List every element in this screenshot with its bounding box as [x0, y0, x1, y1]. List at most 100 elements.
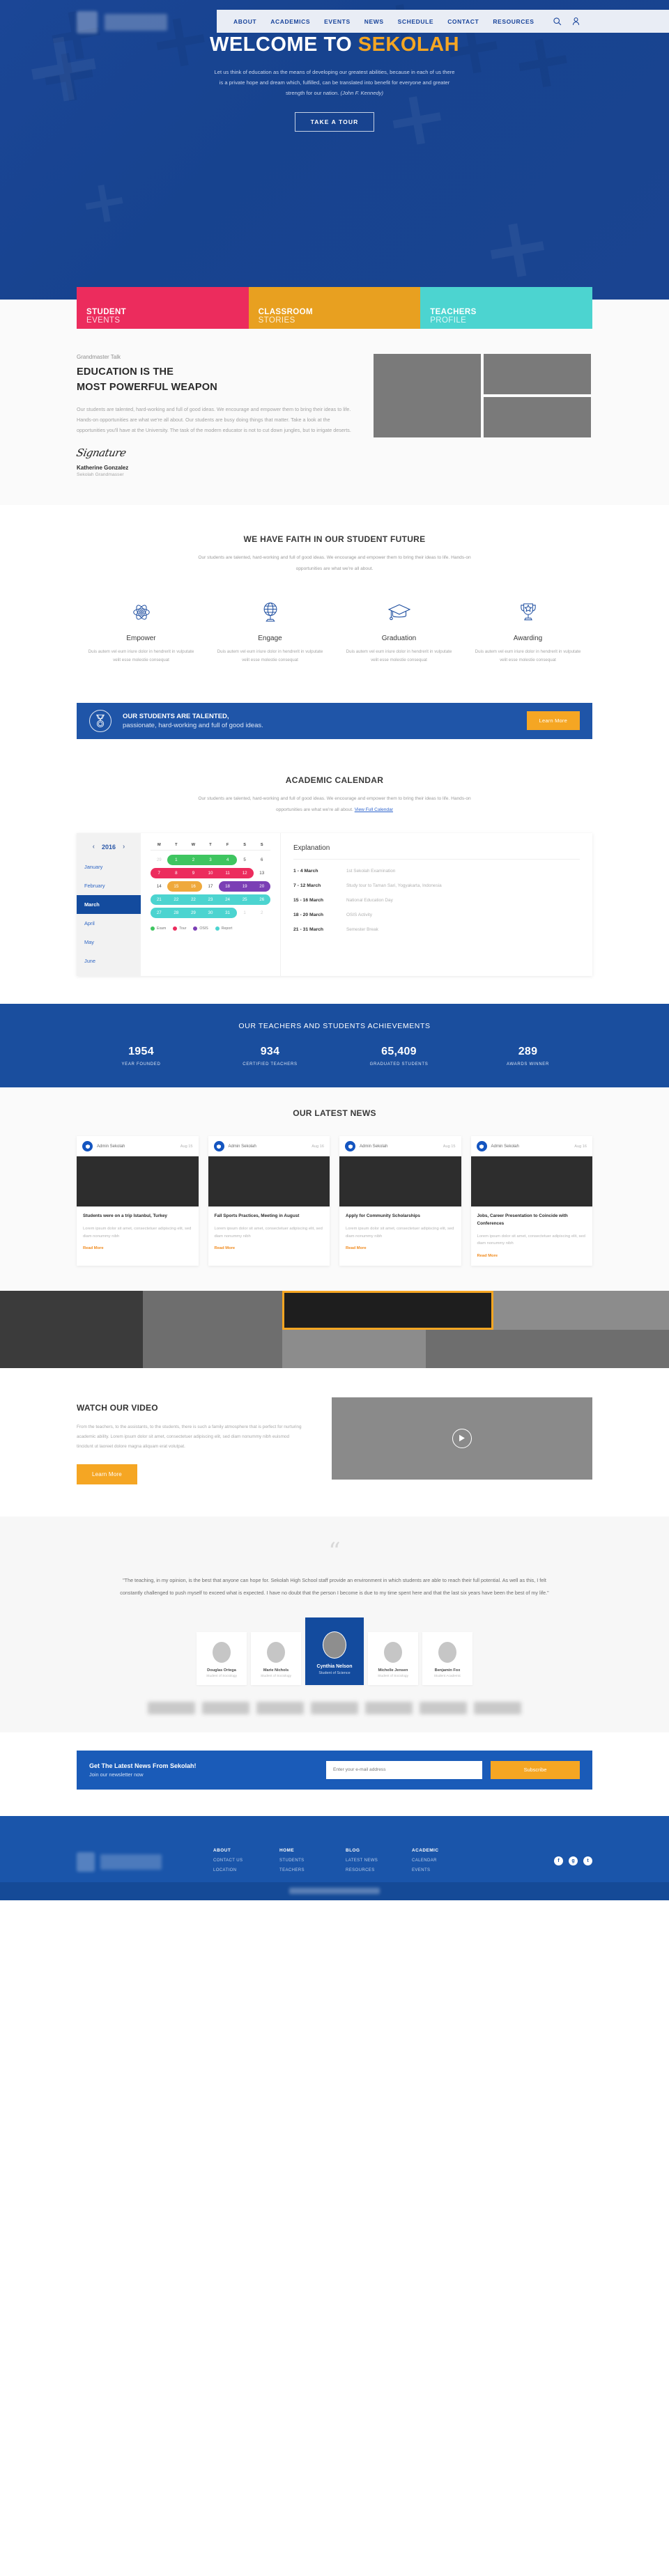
take-a-tour-button[interactable]: TAKE A TOUR: [294, 112, 375, 132]
day-cell[interactable]: 2: [185, 855, 202, 865]
nav-item-academics[interactable]: ACADEMICS: [270, 18, 310, 25]
gallery-tile[interactable]: [143, 1290, 282, 1330]
gallery-tile[interactable]: [143, 1329, 282, 1368]
feature-engage[interactable]: Engage Duis autem vel eum iriure dolor i…: [206, 598, 334, 665]
footer-heading[interactable]: HOME: [279, 1848, 346, 1853]
read-more-link[interactable]: Read More: [346, 1246, 455, 1250]
footer-link[interactable]: CALENDAR: [412, 1859, 478, 1863]
day-cell[interactable]: 29: [185, 908, 202, 918]
day-cell[interactable]: 20: [253, 881, 270, 892]
day-cell[interactable]: 23: [202, 894, 220, 905]
gallery-tile[interactable]: [426, 1329, 669, 1368]
footer-logo[interactable]: [77, 1830, 213, 1872]
play-icon[interactable]: [452, 1428, 472, 1448]
footer-link[interactable]: RESOURCES: [346, 1868, 412, 1872]
news-card[interactable]: Admin Sekolah Aug 16 Fall Sports Practic…: [208, 1136, 330, 1266]
read-more-link[interactable]: Read More: [83, 1246, 192, 1250]
day-cell[interactable]: 10: [202, 868, 220, 878]
day-cell[interactable]: 12: [236, 868, 254, 878]
nav-item-events[interactable]: EVENTS: [324, 18, 351, 25]
day-cell[interactable]: 7: [151, 868, 168, 878]
nav-item-resources[interactable]: RESOURCES: [493, 18, 534, 25]
day-cell[interactable]: 11: [219, 868, 236, 878]
day-cell[interactable]: 19: [236, 881, 254, 892]
footer-heading[interactable]: ACADEMIC: [412, 1848, 478, 1853]
subscribe-button[interactable]: Subscribe: [491, 1760, 580, 1779]
day-cell[interactable]: 22: [168, 894, 185, 905]
twitter-icon[interactable]: t: [583, 1856, 592, 1865]
person-benjamin-fox[interactable]: Benjamin Fox Student Academic: [422, 1631, 472, 1685]
talented-learn-more-button[interactable]: Learn More: [526, 711, 580, 731]
calendar-month-june[interactable]: June: [77, 952, 141, 970]
person-marie-nichols[interactable]: Marie Nichols Student of Sociology: [251, 1631, 301, 1685]
calendar-month-january[interactable]: January: [77, 858, 141, 876]
user-icon[interactable]: [571, 17, 580, 26]
card-classroom-stories[interactable]: CLASSROOM STORIES: [248, 287, 421, 329]
day-cell[interactable]: 15: [168, 881, 185, 892]
feature-empower[interactable]: Empower Duis autem vel eum iriure dolor …: [77, 598, 206, 665]
gallery-tile[interactable]: [282, 1329, 426, 1368]
day-cell[interactable]: 18: [219, 881, 236, 892]
day-cell[interactable]: 9: [185, 868, 202, 878]
chevron-right-icon[interactable]: ›: [123, 843, 125, 851]
footer-link[interactable]: TEACHERS: [279, 1868, 346, 1872]
day-cell[interactable]: 8: [168, 868, 185, 878]
calendar-month-february[interactable]: February: [77, 876, 141, 895]
day-cell[interactable]: 3: [202, 855, 220, 865]
day-cell[interactable]: 24: [219, 894, 236, 905]
day-cell[interactable]: 27: [151, 908, 168, 918]
calendar-month-march[interactable]: March: [77, 895, 141, 915]
footer-heading[interactable]: BLOG: [346, 1848, 412, 1853]
feature-awarding[interactable]: Awarding Duis autem vel eum iriure dolor…: [463, 598, 592, 665]
footer-link[interactable]: CONTACT US: [213, 1859, 279, 1863]
day-cell[interactable]: 4: [219, 855, 236, 865]
day-cell[interactable]: 28: [168, 908, 185, 918]
footer-link[interactable]: EVENTS: [412, 1868, 478, 1872]
footer-link[interactable]: STUDENTS: [279, 1859, 346, 1863]
gallery-tile-selected[interactable]: [282, 1290, 493, 1330]
news-card[interactable]: Admin Sekolah Aug 16 Jobs, Career Presen…: [470, 1136, 592, 1266]
day-cell[interactable]: 21: [151, 894, 168, 905]
day-cell[interactable]: 29: [151, 855, 168, 865]
day-cell[interactable]: 17: [202, 881, 220, 892]
day-cell[interactable]: 13: [253, 868, 270, 878]
nav-item-about[interactable]: ABOUT: [233, 18, 256, 25]
view-full-calendar-link[interactable]: View Full Calendar: [355, 807, 393, 812]
person-michelle-jensen[interactable]: Michelle Jensen Student of Sociology: [368, 1631, 418, 1685]
card-teachers-profile[interactable]: TEACHERS PROFILE: [420, 287, 592, 329]
day-cell[interactable]: 26: [253, 894, 270, 905]
card-student-events[interactable]: STUDENT EVENTS: [77, 287, 249, 329]
day-cell[interactable]: 22: [185, 894, 202, 905]
day-cell[interactable]: 16: [185, 881, 202, 892]
video-player[interactable]: [332, 1397, 592, 1480]
day-cell[interactable]: 31: [219, 908, 236, 918]
day-cell[interactable]: 25: [236, 894, 254, 905]
day-cell[interactable]: 14: [151, 881, 168, 892]
feature-graduation[interactable]: Graduation Duis autem vel eum iriure dol…: [334, 598, 463, 665]
video-learn-more-button[interactable]: Learn More: [77, 1464, 137, 1485]
read-more-link[interactable]: Read More: [215, 1246, 324, 1250]
site-logo[interactable]: [77, 11, 167, 33]
day-cell[interactable]: 6: [253, 855, 270, 865]
chevron-left-icon[interactable]: ‹: [93, 843, 95, 851]
day-cell[interactable]: 30: [202, 908, 220, 918]
nav-item-news[interactable]: NEWS: [364, 18, 384, 25]
news-card[interactable]: Admin Sekolah Aug 15 Apply for Community…: [339, 1136, 461, 1266]
nav-item-contact[interactable]: CONTACT: [447, 18, 479, 25]
newsletter-email-input[interactable]: [326, 1760, 482, 1779]
person-douglas-ortega[interactable]: Douglas Ortega Student of Sociology: [197, 1631, 247, 1685]
news-card[interactable]: Admin Sekolah Aug 15 Students were on a …: [77, 1136, 199, 1266]
footer-heading[interactable]: ABOUT: [213, 1848, 279, 1853]
footer-link[interactable]: LATEST NEWS: [346, 1859, 412, 1863]
gallery-tile[interactable]: [0, 1290, 143, 1368]
main-navigation[interactable]: ABOUT ACADEMICS EVENTS NEWS SCHEDULE CON…: [217, 10, 669, 33]
google-plus-icon[interactable]: g: [569, 1856, 578, 1865]
gallery-tile[interactable]: [493, 1290, 669, 1330]
person-cynthia-nelson[interactable]: Cynthia Nelson Student of Science: [305, 1617, 364, 1685]
calendar-month-may[interactable]: May: [77, 933, 141, 952]
facebook-icon[interactable]: f: [554, 1856, 563, 1865]
read-more-link[interactable]: Read More: [477, 1254, 587, 1258]
day-cell[interactable]: 1: [168, 855, 185, 865]
search-icon[interactable]: [553, 17, 562, 26]
day-cell[interactable]: 1: [236, 908, 254, 918]
